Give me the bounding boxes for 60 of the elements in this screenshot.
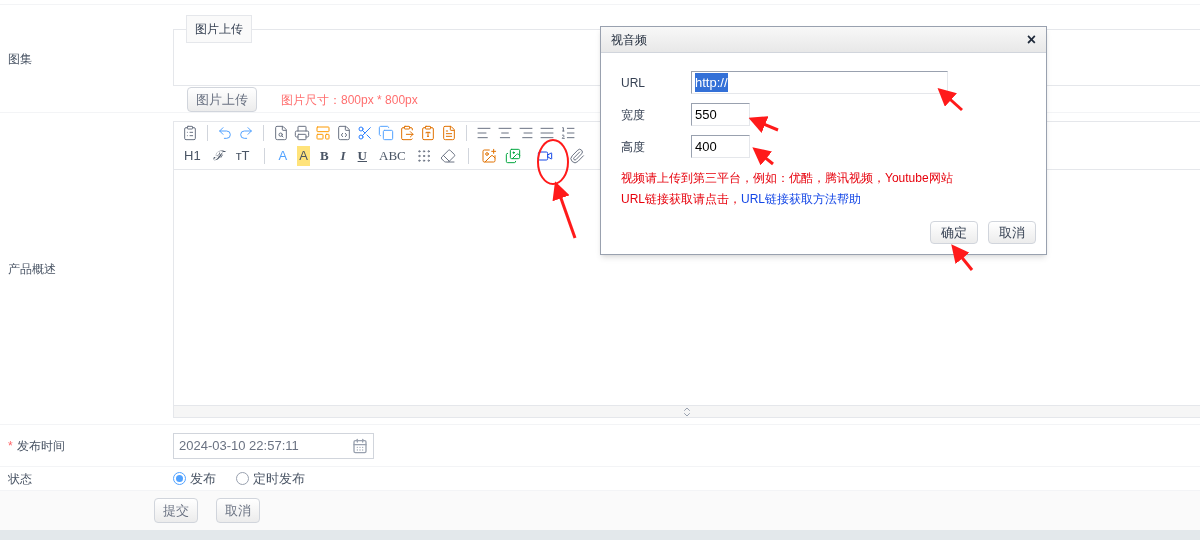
undo-icon[interactable] <box>217 125 233 142</box>
annotation-arrow <box>552 181 577 239</box>
dialog-title: 视音频 <box>611 31 647 49</box>
paste-icon[interactable] <box>399 125 415 142</box>
highlight-circle <box>537 139 569 185</box>
redo-icon[interactable] <box>238 125 254 142</box>
field-label: 图集 <box>8 50 32 68</box>
images-icon[interactable] <box>504 148 521 164</box>
field-label: 状态 <box>8 471 32 486</box>
eraser-icon[interactable] <box>439 148 456 164</box>
resize-icon[interactable] <box>681 405 693 418</box>
upload-tab[interactable]: 图片上传 <box>186 15 252 43</box>
radio-label[interactable]: 发布 <box>190 468 216 489</box>
annotation-arrow <box>951 244 974 271</box>
upload-note: 视频请上传到第三平台，例如：优酷，腾讯视频，Youtube网站 <box>621 170 954 187</box>
footer-button[interactable]: 取消 <box>216 498 260 523</box>
required-mark: * <box>8 438 13 453</box>
print-icon[interactable] <box>294 125 310 142</box>
template-icon[interactable] <box>315 125 331 142</box>
close-button[interactable]: × <box>1026 31 1036 48</box>
input-field[interactable]: 550 <box>691 103 750 126</box>
calendar-icon[interactable] <box>352 437 368 454</box>
size-hint: 图片尺寸：800px * 800px <box>281 91 418 109</box>
link-prompt: URL链接获取请点击， <box>621 191 741 208</box>
toolbar-button[interactable]: I <box>338 146 348 166</box>
upload-button[interactable]: 图片上传 <box>187 87 257 112</box>
video-icon[interactable] <box>536 148 553 164</box>
cut-icon[interactable] <box>357 125 373 142</box>
paste-text-icon[interactable] <box>420 125 436 142</box>
dialog-button[interactable]: 取消 <box>988 221 1036 244</box>
toolbar-button[interactable]: A <box>297 146 310 166</box>
annotation-arrow <box>748 116 779 133</box>
list-icon[interactable] <box>560 125 576 142</box>
toolbar-button[interactable]: ℱ <box>210 146 226 166</box>
footer-button[interactable]: 提交 <box>154 498 198 523</box>
attachment-icon[interactable] <box>568 148 585 164</box>
toolbar-button[interactable]: тT <box>233 146 252 166</box>
field-label: 产品概述 <box>8 260 56 278</box>
field-label: 发布时间 <box>16 438 65 453</box>
help-link[interactable]: URL链接获取方法帮助 <box>741 190 862 208</box>
annotation-arrow <box>937 88 963 112</box>
dialog-button[interactable]: 确定 <box>930 221 978 244</box>
image-icon[interactable] <box>480 148 497 164</box>
paste-word-icon[interactable] <box>441 125 457 142</box>
input-field[interactable]: 400 <box>691 135 750 158</box>
date-field[interactable]: 2024-03-10 22:57:11 <box>173 432 374 459</box>
preview-icon[interactable] <box>273 125 289 142</box>
radio-label[interactable]: 定时发布 <box>253 468 305 489</box>
input-field[interactable]: http:// <box>691 71 948 94</box>
copy-icon[interactable] <box>378 125 394 142</box>
toolbar-button[interactable]: H1 <box>182 146 203 166</box>
field-label: 宽度 <box>621 106 646 124</box>
field-label: 高度 <box>621 138 646 156</box>
annotation-arrow <box>752 147 774 166</box>
code-icon[interactable] <box>336 125 352 142</box>
source-icon[interactable] <box>182 125 198 142</box>
field-label: URL <box>621 74 646 92</box>
toolbar-button[interactable]: U <box>355 146 369 166</box>
toolbar-button[interactable]: ABC <box>377 146 408 166</box>
toolbar-button[interactable]: B <box>317 146 331 166</box>
